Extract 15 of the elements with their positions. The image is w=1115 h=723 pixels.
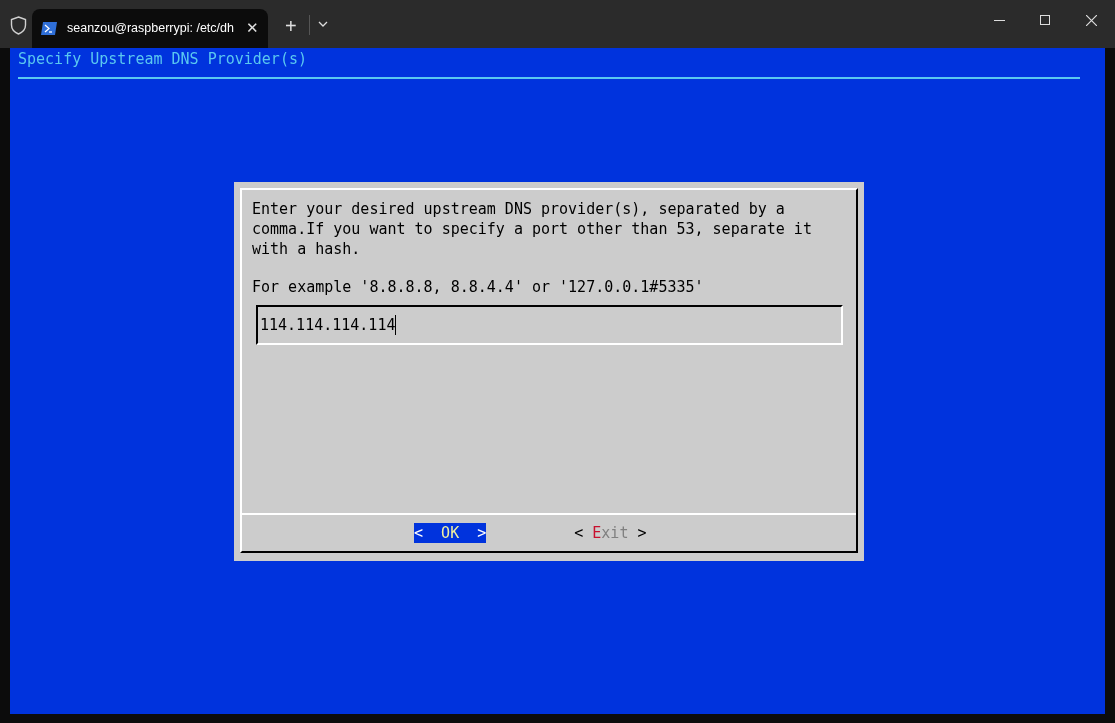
chevron-down-icon[interactable]	[318, 21, 328, 27]
close-icon[interactable]	[1086, 15, 1097, 26]
dialog-button[interactable]: < OK >	[414, 523, 487, 543]
dialog-button[interactable]: < Exit >	[574, 523, 647, 543]
powershell-icon	[41, 22, 57, 35]
example-text: For example '8.8.8.8, 8.8.4.4' or '127.0.0.1#5335'	[252, 277, 705, 297]
input-field[interactable]: 114.114.114.114	[256, 305, 843, 345]
shield-icon[interactable]	[10, 16, 27, 35]
dialog-message: Enter your desired upstream DNS provider(s), separated by a comma.If you want to specify a port other than 53, separate it with a hash.	[252, 199, 813, 259]
close-tab-button[interactable]: ✕	[246, 17, 259, 40]
new-tab-button[interactable]: +	[285, 11, 297, 41]
tab-title: seanzou@raspberrypi: /etc/dh	[67, 20, 234, 38]
maximize-icon[interactable]	[1040, 15, 1050, 25]
terminal-tab[interactable]: seanzou@raspberrypi: /etc/dh ✕	[32, 9, 268, 48]
screen-title: Specify Upstream DNS Provider(s)	[18, 50, 307, 68]
